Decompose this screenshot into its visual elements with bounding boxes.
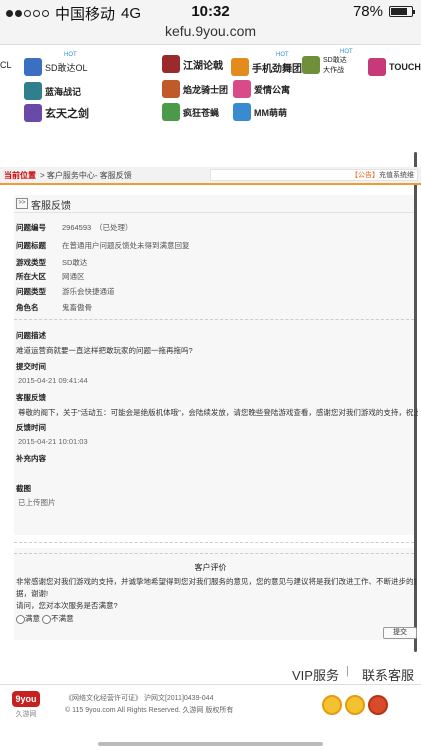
address-bar[interactable]: kefu.9you.com: [0, 22, 421, 45]
copyright-text: © 115 9you.com All Rights Reserved. 久游网 …: [65, 707, 234, 714]
game-icon: [24, 58, 42, 76]
field-title: 问题标题 在普通用户问题反馈处未得到满意回复: [16, 241, 190, 250]
game-link-mobile-audition[interactable]: 手机劲舞团 HOT: [231, 52, 302, 76]
game-link-touch[interactable]: TOUCH: [368, 58, 421, 76]
license-text: 《网络文化经营许可证》 沪网文[2011]0439-044: [65, 695, 214, 702]
submit-time-label: 提交时间: [16, 362, 46, 371]
status-bar: 中国移动 4G 10:32 78%: [0, 0, 421, 23]
game-link-blue-sea[interactable]: 蓝海战记: [24, 82, 81, 100]
game-icon: [368, 58, 386, 76]
unsatisfied-radio[interactable]: [42, 614, 52, 624]
game-icon: [233, 103, 251, 121]
url-text: kefu.9you.com: [164, 23, 257, 39]
notice-ticker[interactable]: 【公告】充值系统维: [210, 169, 418, 181]
certification-badge-icon[interactable]: [345, 695, 365, 715]
extra-label: 补充内容: [16, 454, 46, 463]
field-region: 所在大区 网通区: [16, 272, 85, 281]
contact-service-link[interactable]: 联系客服: [362, 665, 414, 684]
site-logo[interactable]: 9you 久游网: [10, 691, 42, 718]
breadcrumb-label: 当前位置: [4, 171, 36, 180]
game-icon: [24, 104, 42, 122]
reply-text: 尊敬的阁下，关于"活动五：可能会是绝版机体哦"，会陆续发放，请您晚些登陆游戏查看…: [18, 408, 418, 417]
page-title: 客服反馈: [31, 201, 71, 212]
breadcrumb: 当前位置 > 客户服务中心- 客服反馈 【公告】充值系统维: [0, 167, 421, 185]
game-link-xuantian[interactable]: 玄天之剑: [24, 104, 89, 122]
uploaded-image-text: 已上传图片: [18, 498, 56, 507]
divider: [14, 542, 414, 543]
breadcrumb-path[interactable]: > 客户服务中心- 客服反馈: [40, 170, 132, 181]
vip-service-link[interactable]: VIP服务: [292, 665, 339, 684]
desc-label: 问题描述: [16, 331, 46, 340]
game-icon: [162, 80, 180, 98]
home-indicator: [98, 742, 323, 746]
game-icon: [233, 80, 251, 98]
footer: 9you 久游网 《网络文化经营许可证》 沪网文[2011]0439-044 ©…: [0, 684, 421, 731]
game-icon: [24, 82, 42, 100]
panel-header: >> 客服反馈: [14, 195, 414, 213]
satisfied-label[interactable]: 满意: [25, 614, 40, 623]
reply-time-label: 反馈时间: [16, 423, 46, 432]
game-link-ipartment[interactable]: 爱情公寓: [233, 80, 290, 98]
feedback-icon: >>: [16, 198, 28, 209]
battery-icon: [389, 6, 415, 17]
evaluation-text: 非常感谢您对我们游戏的支持，并诚挚地希望得到您对我们服务的意见，您的意见与建议将…: [16, 577, 416, 586]
game-link-jianghu[interactable]: 江湖论戟: [162, 55, 223, 73]
certification-badge-icon[interactable]: [322, 695, 342, 715]
game-icon: [162, 103, 180, 121]
footer-links: VIP服务 | 联系客服: [0, 662, 421, 684]
game-links: CL SD敢达OL HOT 江湖论戟 手机劲舞团 HOT SD敢达大作战 HOT TO…: [0, 49, 421, 125]
field-type: 问题类型 游乐会快捷通道: [16, 287, 115, 296]
evaluation-question: 请问，您对本次服务是否满意?: [16, 601, 118, 610]
reply-label: 客服反馈: [16, 393, 46, 402]
game-icon: [162, 55, 180, 73]
game-icon: [231, 58, 249, 76]
game-icon: [302, 56, 320, 74]
desc-text: 难道运营商就要一直这样把敢玩家的问题一拖再拖吗?: [16, 346, 193, 355]
field-role: 角色名 鬼畜傲骨: [16, 303, 92, 312]
certification-badge-icon[interactable]: [368, 695, 388, 715]
field-ticket-id: 问题编号 2964593 （已处理）: [16, 223, 133, 232]
evaluation-options: 满意 不满意: [16, 613, 74, 624]
unsatisfied-label[interactable]: 不满意: [51, 614, 74, 623]
game-link-mm[interactable]: MM萌萌: [233, 103, 287, 121]
game-link-sd-battle[interactable]: SD敢达大作战 HOT: [302, 49, 353, 75]
satisfied-radio[interactable]: [16, 614, 25, 624]
divider: [14, 319, 414, 320]
divider: [14, 553, 414, 554]
evaluation-title: 客户评价: [194, 563, 227, 572]
game-link-flame-dragon[interactable]: 焰龙骑士团: [162, 80, 228, 98]
field-game: 游戏类型 SD敢达: [16, 258, 88, 267]
game-link-sd-gundam[interactable]: SD敢达OL HOT: [24, 52, 88, 76]
game-link-crazy-fly[interactable]: 疯狂苍蝇: [162, 103, 219, 121]
separator: |: [346, 665, 349, 677]
battery-percent: 78%: [352, 3, 383, 20]
evaluation-text-2: 据，谢谢!: [16, 589, 49, 598]
submit-time: 2015-04-21 09:41:44: [18, 376, 88, 385]
reply-time: 2015-04-21 10:01:03: [18, 437, 88, 446]
game-link-cl[interactable]: CL: [0, 60, 12, 70]
submit-button[interactable]: 提交: [383, 627, 417, 639]
screenshot-label: 截图: [16, 484, 31, 493]
